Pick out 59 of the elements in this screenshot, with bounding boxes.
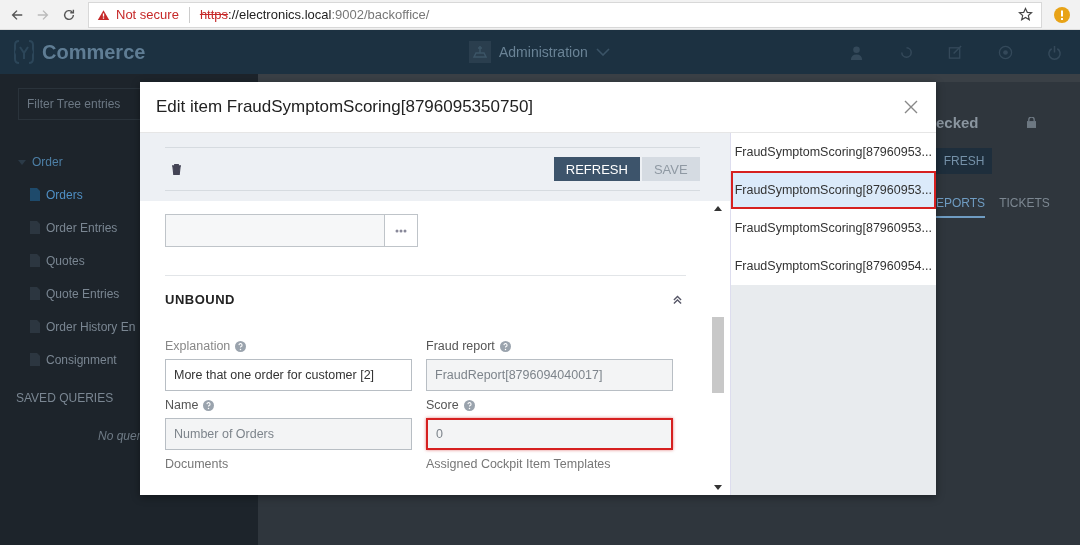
panel-title: ecked (936, 113, 979, 131)
list-item[interactable]: FraudSymptomScoring[87960953... (730, 171, 936, 209)
warning-icon (97, 8, 110, 21)
logo-icon (14, 39, 34, 65)
document-icon (30, 188, 40, 201)
input-field[interactable] (165, 214, 385, 247)
scrollbar-thumb[interactable] (711, 317, 724, 393)
power-icon[interactable] (1047, 44, 1062, 60)
help-icon[interactable] (203, 399, 215, 411)
perspective-selector[interactable]: Administration (499, 44, 588, 60)
help-icon[interactable] (997, 44, 1013, 60)
scroll-down-icon[interactable] (713, 485, 722, 490)
tree-item[interactable]: Consignment (46, 352, 117, 367)
section-title: SAVED QUERIES (16, 391, 114, 405)
refresh-button[interactable]: FRESH (936, 148, 992, 174)
tab[interactable]: TICKETS (999, 196, 1050, 218)
alert-icon[interactable] (1054, 6, 1070, 23)
collapse-icon[interactable] (672, 294, 682, 305)
chevron-down-icon[interactable] (595, 48, 610, 56)
close-icon[interactable] (904, 100, 918, 114)
tree-item[interactable]: Order Entries (46, 220, 118, 235)
reload-icon[interactable] (62, 7, 76, 22)
tree-item[interactable]: Quote Entries (46, 286, 120, 301)
refresh-button[interactable]: REFRESH (553, 157, 640, 181)
tree-item[interactable]: Order History En (46, 319, 136, 334)
back-icon[interactable] (10, 7, 24, 22)
perspective-icon (469, 41, 491, 63)
star-icon[interactable] (1018, 7, 1033, 22)
tree-item[interactable]: Quotes (46, 253, 85, 268)
list-item[interactable]: FraudSymptomScoring[87960953... (730, 133, 936, 171)
field-label: Assigned Cockpit Item Templates (426, 457, 612, 471)
caret-icon[interactable] (18, 157, 26, 166)
list-item[interactable]: FraudSymptomScoring[87960953... (730, 209, 936, 247)
empty-message: No quer (98, 429, 141, 443)
section-title: UNBOUND (165, 292, 235, 307)
list-item[interactable]: FraudSymptomScoring[87960954... (730, 247, 936, 285)
tree-item[interactable]: Order (32, 154, 63, 169)
help-icon[interactable] (499, 340, 511, 352)
app-logo: Commerce (42, 40, 146, 64)
scroll-up-icon[interactable] (713, 206, 722, 211)
help-icon[interactable] (463, 399, 475, 411)
delete-icon[interactable] (172, 163, 181, 175)
field-label: Fraud report (426, 339, 495, 353)
user-icon[interactable] (849, 44, 864, 60)
field-label: Score (426, 398, 459, 412)
input-field[interactable]: More that one order for customer [2] (165, 359, 412, 391)
address-bar[interactable]: Not secure https://electronics.local:9002/backoffice/ (88, 1, 1042, 28)
dots-icon (395, 228, 407, 233)
edit-icon[interactable] (948, 44, 963, 60)
help-icon[interactable] (235, 340, 247, 352)
field-label: Explanation (165, 339, 231, 353)
lock-icon[interactable] (1026, 116, 1036, 128)
more-button[interactable] (385, 214, 418, 247)
url-text: https://electronics.local:9002/backoffice/ (199, 7, 431, 22)
forward-icon[interactable] (36, 7, 50, 22)
field-label: Name (165, 398, 199, 412)
security-label: Not secure (116, 7, 179, 22)
tree-item[interactable]: Orders (46, 187, 83, 202)
field-label: Documents (165, 457, 230, 471)
